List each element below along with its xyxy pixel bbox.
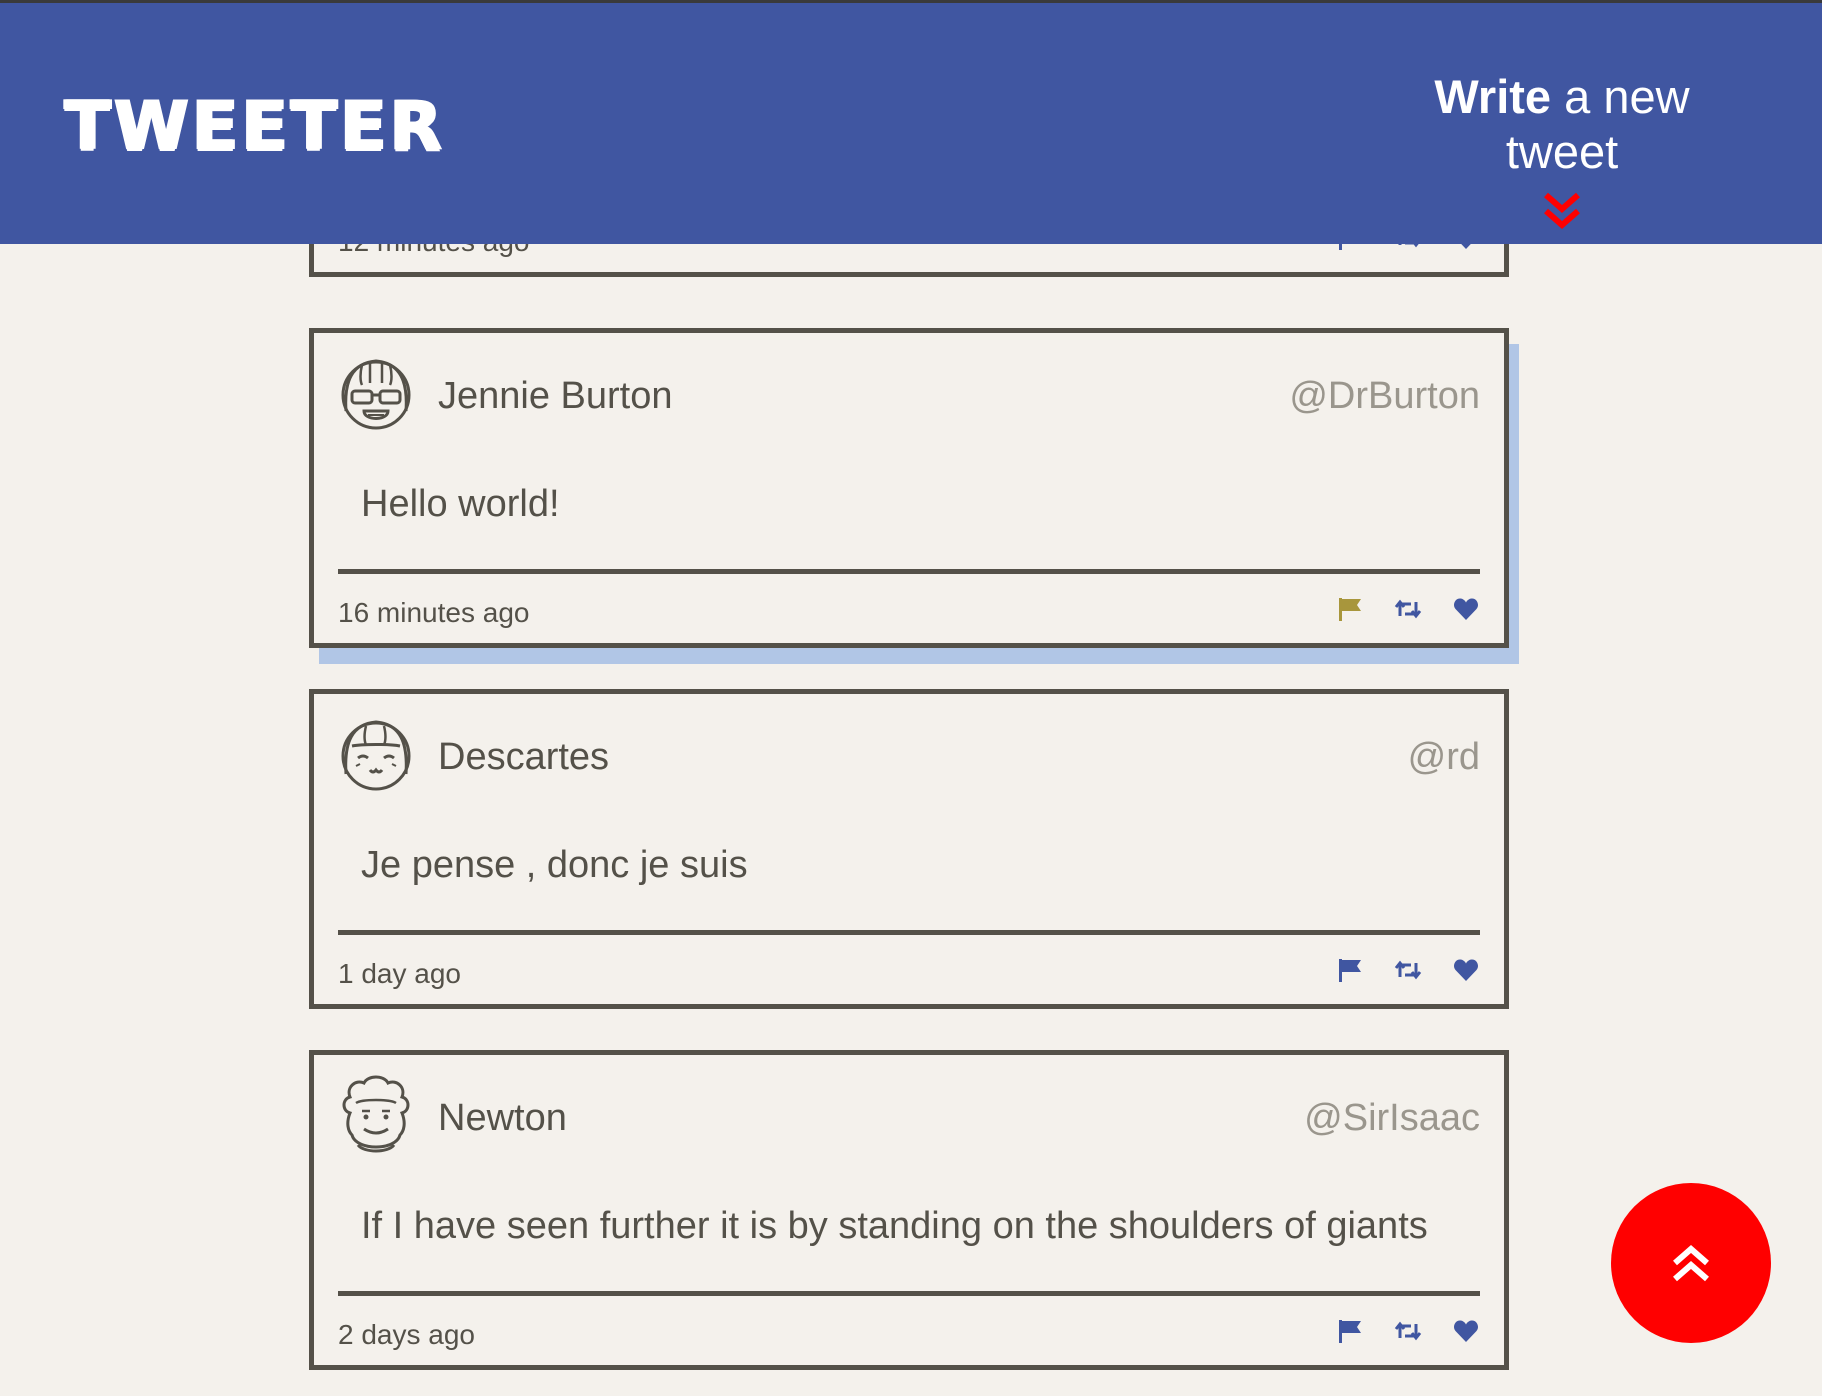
tweet-header: Jennie Burton @DrBurton bbox=[338, 351, 1480, 435]
tweet-header: Descartes @rd bbox=[338, 712, 1480, 796]
tweet-divider bbox=[338, 1291, 1480, 1296]
tweet-text: Hello world! bbox=[361, 483, 560, 525]
author-handle[interactable]: @SirIsaac bbox=[1304, 1097, 1480, 1140]
double-chevron-down-icon bbox=[1544, 192, 1580, 229]
flag-button[interactable] bbox=[1336, 595, 1364, 623]
retweet-button[interactable] bbox=[1394, 595, 1422, 623]
scroll-to-top-button[interactable] bbox=[1611, 1183, 1771, 1343]
like-button[interactable] bbox=[1452, 1317, 1480, 1345]
tweet-footer: 1 day ago bbox=[338, 950, 1480, 996]
retweet-icon bbox=[1394, 1321, 1422, 1341]
heart-icon bbox=[1453, 959, 1479, 981]
avatar-sunglasses-icon[interactable] bbox=[338, 351, 414, 435]
tweet-divider bbox=[338, 930, 1480, 935]
tweet-card: Newton @SirIsaac If I have seen further … bbox=[309, 1050, 1509, 1370]
tweet-text: If I have seen further it is by standing… bbox=[361, 1205, 1428, 1247]
flag-icon bbox=[1339, 959, 1361, 982]
tweet-actions bbox=[1336, 1317, 1480, 1345]
flag-icon bbox=[1339, 1320, 1361, 1343]
flag-button[interactable] bbox=[1336, 1317, 1364, 1345]
author-name[interactable]: Descartes bbox=[438, 736, 609, 779]
tweet-actions bbox=[1336, 956, 1480, 984]
retweet-button[interactable] bbox=[1394, 956, 1422, 984]
heart-icon bbox=[1453, 1320, 1479, 1342]
retweet-icon bbox=[1394, 960, 1422, 980]
tweet-timestamp: 1 day ago bbox=[338, 958, 461, 989]
flag-button[interactable] bbox=[1336, 956, 1364, 984]
tweet-text: Je pense , donc je suis bbox=[361, 844, 748, 886]
double-chevron-up-icon bbox=[1673, 1245, 1709, 1282]
author-handle[interactable]: @DrBurton bbox=[1289, 375, 1480, 418]
like-button[interactable] bbox=[1452, 595, 1480, 623]
tweet-timestamp: 16 minutes ago bbox=[338, 597, 530, 628]
tweet-timestamp: 2 days ago bbox=[338, 1319, 475, 1350]
tweet-footer: 16 minutes ago bbox=[338, 589, 1480, 635]
avatar-curly-hair-icon[interactable] bbox=[338, 1073, 414, 1157]
write-new-tweet-button[interactable]: Write a new tweet bbox=[1382, 69, 1742, 233]
retweet-button[interactable] bbox=[1394, 1317, 1422, 1345]
avatar-bangs-icon[interactable] bbox=[338, 712, 414, 796]
heart-icon bbox=[1453, 598, 1479, 620]
author-handle[interactable]: @rd bbox=[1408, 736, 1480, 779]
author-name[interactable]: Jennie Burton bbox=[438, 375, 673, 418]
author-name[interactable]: Newton bbox=[438, 1097, 567, 1140]
top-navbar: TWEETER Write a new tweet bbox=[0, 0, 1822, 244]
brand-logo[interactable]: TWEETER bbox=[64, 87, 445, 166]
like-button[interactable] bbox=[1452, 956, 1480, 984]
tweet-actions bbox=[1336, 595, 1480, 623]
flag-icon bbox=[1339, 598, 1361, 621]
tweet-header: Newton @SirIsaac bbox=[338, 1073, 1480, 1157]
compose-label-strong: Write bbox=[1434, 70, 1552, 123]
tweet-card: Descartes @rd Je pense , donc je suis 1 … bbox=[309, 689, 1509, 1009]
retweet-icon bbox=[1394, 599, 1422, 619]
tweet-footer: 2 days ago bbox=[338, 1311, 1480, 1357]
tweet-divider bbox=[338, 569, 1480, 574]
tweet-card: Jennie Burton @DrBurton Hello world! 16 … bbox=[309, 328, 1509, 648]
